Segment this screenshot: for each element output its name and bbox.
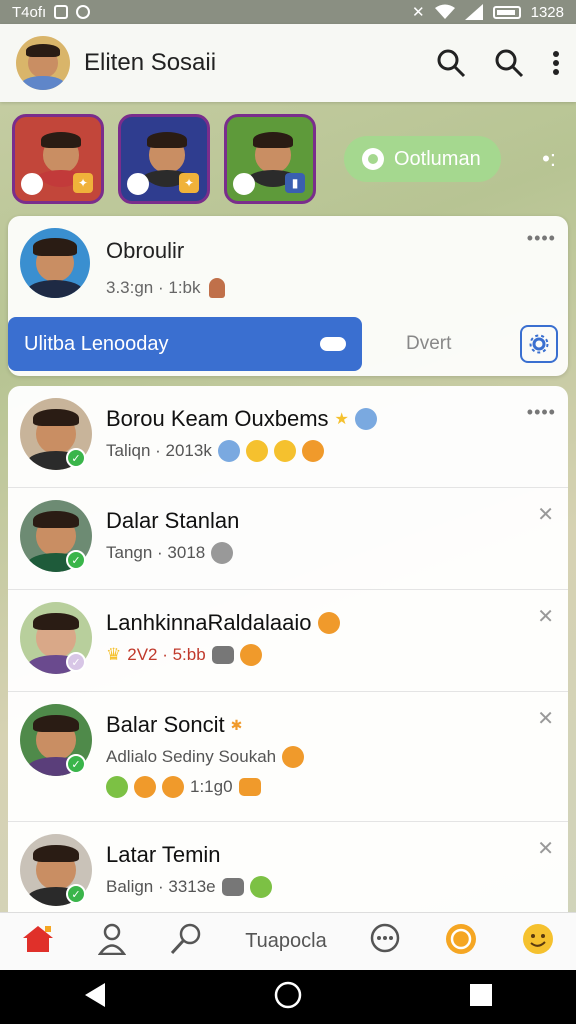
- message-icon: [238, 778, 261, 796]
- chat-bubble-icon: [211, 542, 234, 564]
- heart-emoji-icon: [239, 644, 262, 666]
- notification-icon: [76, 5, 91, 19]
- more-vert-icon[interactable]: [552, 50, 560, 76]
- list-item[interactable]: ✓ LanhkinnaRaldalaaio ♛ 2V2 · 5:bb ✕: [8, 590, 568, 692]
- person-emoji-icon: [217, 440, 240, 462]
- featured-subtitle: 3.3:gn · 1:bk: [106, 278, 201, 297]
- close-icon[interactable]: ✕: [537, 836, 554, 861]
- story-mini-avatar: [233, 173, 255, 195]
- emoji-icon[interactable]: [521, 922, 555, 961]
- chat-icon[interactable]: [369, 923, 401, 960]
- chat-name: Balar Soncit: [106, 712, 225, 737]
- chat-name: Dalar Stanlan: [106, 508, 240, 533]
- chat-name: LanhkinnaRaldalaaio: [106, 610, 312, 635]
- person-emoji-icon: [208, 278, 225, 298]
- system-nav-bar: [0, 970, 576, 1024]
- secondary-link[interactable]: Dvert: [406, 333, 451, 355]
- message-icon: [221, 878, 244, 896]
- sim-icon: [54, 5, 69, 19]
- recents-icon[interactable]: [469, 983, 493, 1012]
- home-icon[interactable]: [21, 924, 55, 959]
- story-item[interactable]: ▮: [224, 114, 316, 204]
- online-badge-icon: ✓: [66, 754, 86, 774]
- chat-preview: 2V2 · 5:bb: [127, 645, 206, 664]
- carrier-text: T4ofı: [12, 3, 47, 21]
- page-title: Eliten Sosaii: [84, 49, 217, 76]
- clock-text: 1328: [530, 3, 564, 21]
- profile-icon[interactable]: [97, 923, 127, 960]
- story-badge-icon: ✦: [73, 173, 93, 193]
- profile-avatar[interactable]: [16, 36, 70, 90]
- stories-row: ✦ ✦ ▮ Ootluman •:: [12, 112, 564, 206]
- story-mini-avatar: [21, 173, 43, 195]
- list-item[interactable]: ✓ Dalar Stanlan Tangn · 3018 ✕: [8, 488, 568, 590]
- message-icon: [211, 646, 234, 664]
- close-icon[interactable]: ✕: [537, 604, 554, 629]
- laugh-emoji-icon: [282, 746, 305, 768]
- sad-emoji-icon: [354, 408, 377, 430]
- nav-center-label[interactable]: Tuapocla: [245, 930, 327, 953]
- story-action-button[interactable]: Ootluman: [344, 136, 501, 182]
- story-item[interactable]: ✦: [118, 114, 210, 204]
- typing-bubble-icon: [320, 337, 346, 351]
- story-badge-icon: ✦: [179, 173, 199, 193]
- more-horiz-icon[interactable]: •:: [542, 146, 556, 172]
- search-icon[interactable]: [169, 922, 203, 961]
- grin-emoji-icon: [273, 440, 296, 462]
- chat-preview: Taliqn · 2013k: [106, 441, 212, 460]
- online-badge-icon: ✓: [66, 448, 86, 468]
- more-horiz-icon[interactable]: ••••: [527, 228, 556, 249]
- story-action-label: Ootluman: [394, 147, 481, 170]
- featured-card: Obroulir 3.3:gn · 1:bk •••• Ulitba Lenoo…: [8, 216, 568, 376]
- smile-emoji-icon: [106, 776, 128, 798]
- search-icon[interactable]: [436, 48, 466, 78]
- chat-preview: Balign · 3313e: [106, 877, 216, 896]
- mute-icon: ✕: [412, 4, 425, 21]
- smile-emoji-icon: [245, 440, 268, 462]
- chat-preview: Adlialo Sediny Soukah: [106, 747, 277, 766]
- app-header: Eliten Sosaii: [0, 24, 576, 102]
- sparkle-icon: ✱: [230, 716, 243, 733]
- featured-avatar[interactable]: [20, 228, 90, 298]
- battery-icon: [492, 5, 521, 19]
- list-item[interactable]: ✓ Balar Soncit ✱ Adlialo Sediny Soukah 1…: [8, 692, 568, 822]
- home-circle-icon[interactable]: [274, 981, 302, 1014]
- story-item[interactable]: ✦: [12, 114, 104, 204]
- online-badge-icon: ✓: [66, 550, 86, 570]
- online-badge-icon: ✓: [66, 652, 86, 672]
- reaction-icon[interactable]: [444, 922, 478, 961]
- person-emoji-icon: [249, 876, 272, 898]
- close-icon[interactable]: ✕: [537, 706, 554, 731]
- chat-list: ✓ Borou Keam Ouxbems ★ Taliqn · 2013k ••…: [8, 386, 568, 916]
- wifi-icon: [434, 4, 455, 19]
- close-icon[interactable]: ✕: [537, 502, 554, 527]
- back-icon[interactable]: [83, 982, 107, 1013]
- chat-name: Latar Temin: [106, 842, 221, 867]
- story-badge-icon: ▮: [285, 173, 305, 193]
- bottom-nav: Tuapocla: [0, 912, 576, 970]
- settings-gear-icon[interactable]: [520, 325, 558, 363]
- laugh-emoji-icon: [134, 776, 156, 798]
- online-badge-icon: ✓: [66, 884, 86, 904]
- signal-icon: [464, 4, 483, 20]
- search-icon-secondary[interactable]: [494, 48, 524, 78]
- kiss-emoji-icon: [301, 440, 324, 462]
- laugh-emoji-icon: [317, 612, 340, 634]
- primary-action-label: Ulitba Lenooday: [24, 332, 169, 355]
- status-bar: T4ofı ✕ 1328: [0, 0, 576, 24]
- primary-action-button[interactable]: Ulitba Lenooday: [8, 317, 362, 371]
- laugh-emoji-icon: [162, 776, 184, 798]
- chat-name: Borou Keam Ouxbems: [106, 406, 329, 431]
- chat-time: 1:1g0: [190, 777, 233, 796]
- chat-preview: Tangn · 3018: [106, 543, 206, 562]
- chat-bubble-icon: [362, 148, 384, 170]
- star-icon: ★: [334, 411, 349, 428]
- list-item[interactable]: ✓ Latar Temin Balign · 3313e ✕: [8, 822, 568, 916]
- more-horiz-icon[interactable]: ••••: [527, 402, 556, 423]
- list-item[interactable]: ✓ Borou Keam Ouxbems ★ Taliqn · 2013k ••…: [8, 386, 568, 488]
- featured-name: Obroulir: [106, 238, 185, 263]
- crown-icon: ♛: [106, 645, 122, 664]
- story-mini-avatar: [127, 173, 149, 195]
